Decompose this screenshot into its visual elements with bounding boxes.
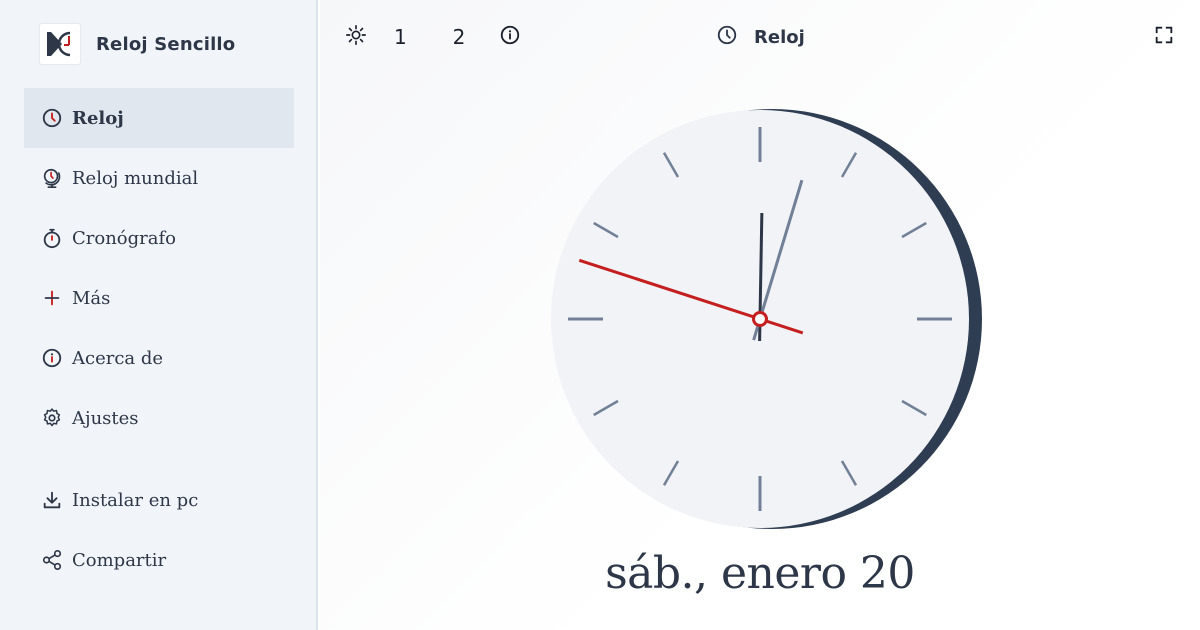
sidebar-item-label: Reloj: [72, 107, 124, 129]
theme-toggle-button[interactable]: [342, 20, 370, 54]
sidebar-item-compartir[interactable]: Compartir: [24, 530, 294, 590]
stopwatch-icon: [40, 226, 64, 250]
clock-icon: [716, 24, 754, 51]
gear-icon: [40, 406, 64, 430]
main-area: 1 2 Reloj sáb., enero 20: [320, 0, 1200, 630]
sidebar-item-acerca-de[interactable]: Acerca de: [24, 328, 294, 388]
globe-clock-icon: [40, 166, 64, 190]
sidebar-item-mas[interactable]: Más: [24, 268, 294, 328]
app-title: Reloj Sencillo: [96, 33, 236, 55]
app-logo: [40, 24, 80, 64]
clock-icon: [40, 106, 64, 130]
option-1-button[interactable]: 1: [394, 20, 407, 54]
sidebar-item-label: Instalar en pc: [72, 489, 199, 511]
share-icon: [40, 548, 64, 572]
sidebar-item-label: Reloj mundial: [72, 167, 199, 189]
sun-icon: [345, 24, 367, 51]
option-2-button[interactable]: 2: [447, 20, 471, 54]
info-button[interactable]: [496, 20, 524, 54]
sidebar-item-cronografo[interactable]: Cronógrafo: [24, 208, 294, 268]
sidebar-item-label: Ajustes: [72, 407, 139, 429]
analog-clock: [551, 109, 982, 529]
sidebar: Reloj Sencillo Reloj Reloj mundial Cronó…: [0, 0, 318, 630]
download-icon: [40, 488, 64, 512]
sidebar-item-instalar[interactable]: Instalar en pc: [24, 470, 294, 530]
page-title-text: Reloj: [754, 26, 805, 48]
info-icon: [499, 24, 521, 51]
sidebar-item-reloj[interactable]: Reloj: [24, 88, 294, 148]
sidebar-item-label: Más: [72, 287, 111, 309]
page-title: Reloj: [716, 20, 805, 54]
info-icon: [40, 346, 64, 370]
sidebar-item-reloj-mundial[interactable]: Reloj mundial: [24, 148, 294, 208]
plus-icon: [40, 286, 64, 310]
brand[interactable]: Reloj Sencillo: [40, 24, 235, 64]
sidebar-item-label: Acerca de: [72, 347, 164, 369]
fullscreen-icon: [1153, 24, 1175, 51]
clock-center-pin: [752, 311, 768, 327]
sidebar-item-label: Cronógrafo: [72, 227, 177, 249]
sidebar-item-label: Compartir: [72, 549, 167, 571]
date-display: sáb., enero 20: [605, 548, 915, 599]
fullscreen-button[interactable]: [1152, 20, 1176, 54]
sidebar-item-ajustes[interactable]: Ajustes: [24, 388, 294, 448]
